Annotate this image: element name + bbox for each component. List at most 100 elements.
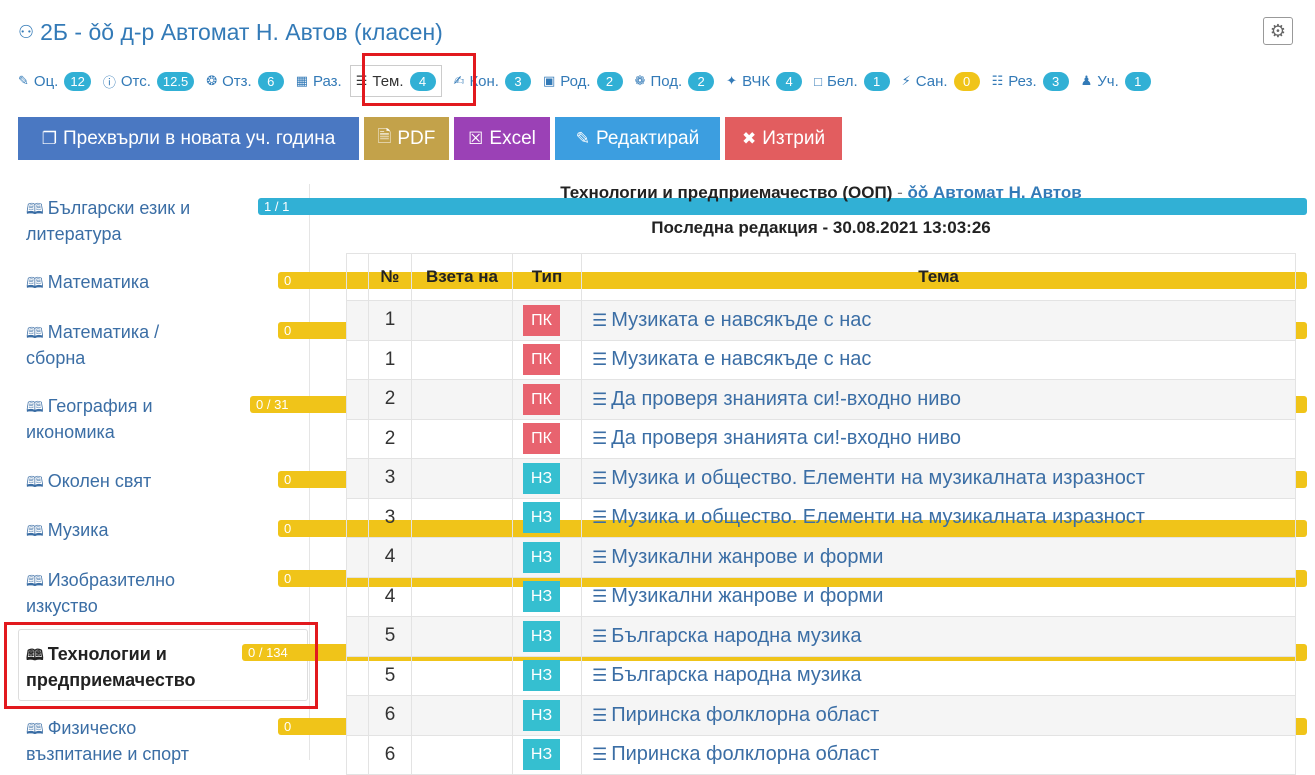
move-to-new-year-button[interactable]: ❐ Прехвърли в новата уч. година	[18, 117, 359, 160]
row-spacer-cell	[346, 576, 369, 617]
topic-cell[interactable]: ☰ Българска народна музика	[581, 616, 1296, 657]
tab-results[interactable]: ☷ Рез. 3	[992, 66, 1069, 96]
table-row: 3 НЗ ☰ Музика и общество. Елементи на музик…	[346, 458, 1296, 499]
topic-cell[interactable]: ☰ Музиката е навсякъде с нас	[581, 339, 1296, 380]
button-label: Редактирай	[596, 127, 700, 149]
delete-button[interactable]: ✖ Изтрий	[725, 117, 842, 160]
column-header[interactable]	[346, 253, 369, 301]
lesson-number-cell: 2	[368, 379, 412, 420]
topic-link[interactable]: Музикални жанрове и форми	[611, 546, 883, 568]
lesson-number-cell: 5	[368, 616, 412, 657]
topic-link[interactable]: Да проверя знанията си!-входно ниво	[611, 388, 961, 410]
tab-label: Рез.	[1008, 72, 1037, 90]
topic-link[interactable]: Пиринска фолклорна област	[611, 704, 879, 726]
excel-file-icon: ☒	[468, 128, 484, 148]
topic-link[interactable]: Музиката е навсякъде с нас	[611, 309, 871, 331]
topic-cell[interactable]: ☰ Музикални жанрове и форми	[581, 576, 1296, 617]
sidebar-item-pe[interactable]: 🕮 Физическо възпитание и спорт	[26, 716, 246, 767]
excel-export-button[interactable]: ☒ Excel	[454, 117, 550, 160]
type-cell: НЗ	[512, 734, 582, 775]
row-spacer-cell	[346, 655, 369, 696]
settings-button[interactable]: ⚙	[1263, 17, 1293, 45]
book-icon: 🕮	[26, 573, 44, 590]
tab-label: Сан.	[915, 72, 948, 90]
lesson-type-badge: НЗ	[523, 699, 560, 731]
handshake-icon: ✦	[726, 73, 738, 88]
column-header[interactable]: №	[368, 253, 412, 301]
button-label: PDF	[397, 127, 436, 149]
sidebar-item-music[interactable]: 🕮 Музика	[26, 518, 246, 544]
tab-parents[interactable]: ▣ Род. 2	[543, 66, 623, 96]
tab-count-badge: 12.5	[156, 71, 195, 91]
topic-link[interactable]: Да проверя знанията си!-входно ниво	[611, 427, 961, 449]
lesson-number-cell: 3	[368, 458, 412, 499]
tab-support[interactable]: ❁ Под. 2	[635, 66, 715, 96]
column-header[interactable]: Тема	[581, 253, 1296, 301]
table-row: 3 НЗ ☰ Музика и общество. Елементи на музик…	[346, 497, 1296, 538]
list-ordered-icon: ☰	[592, 587, 608, 607]
tab-absences[interactable]: ⓘ Отс. 12.5	[103, 66, 195, 96]
topic-cell[interactable]: ☰ Музика и общество. Елементи на музикалн…	[581, 458, 1296, 499]
sidebar-item-geography[interactable]: 🕮 География и икономика	[26, 394, 246, 445]
row-spacer-cell	[346, 695, 369, 736]
column-header[interactable]: Тип	[512, 253, 582, 301]
tab-schedule[interactable]: ▦ Раз.	[296, 66, 342, 96]
topic-cell[interactable]: ☰ Българска народна музика	[581, 655, 1296, 696]
topic-cell[interactable]: ☰ Музиката е навсякъде с нас	[581, 300, 1296, 341]
topic-cell[interactable]: ☰ Пиринска фолклорна област	[581, 734, 1296, 775]
edit-button[interactable]: ✎ Редактирай	[555, 117, 720, 160]
topic-cell[interactable]: ☰ Да проверя знанията си!-входно ниво	[581, 379, 1296, 420]
list-ordered-icon: ☰	[592, 666, 608, 686]
tab-count-badge: 3	[504, 71, 531, 91]
table-row: 2 ПК ☰ Да проверя знанията си!-входно ниво	[346, 379, 1296, 420]
tab-label: Бел.	[827, 72, 858, 90]
subject-label: Математика /	[47, 322, 160, 342]
tab-count-badge: 3	[1042, 71, 1069, 91]
sidebar-item-math-collection[interactable]: 🕮 Математика / сборна	[26, 320, 246, 371]
topic-link[interactable]: Българска народна музика	[611, 664, 861, 686]
topic-link[interactable]: Музикални жанрове и форми	[611, 585, 883, 607]
tab-teachers[interactable]: ♟ Уч. 1	[1081, 66, 1151, 96]
subject-label: Изобразително	[47, 570, 176, 590]
type-cell: НЗ	[512, 497, 582, 538]
list-ordered-icon: ☰	[592, 745, 608, 765]
tab-notes[interactable]: □ Бел. 1	[814, 66, 890, 96]
last-edit-text: Последна редакция - 30.08.2021 13:03:26	[651, 218, 991, 237]
pdf-export-button[interactable]: 🗎 PDF	[364, 117, 449, 160]
highlight-box-subject	[4, 622, 318, 709]
topic-cell[interactable]: ☰ Музикални жанрове и форми	[581, 537, 1296, 578]
lesson-type-badge: НЗ	[523, 620, 560, 652]
row-spacer-cell	[346, 339, 369, 380]
topic-link[interactable]: Музика и общество. Елементи на музикална…	[611, 467, 1145, 489]
sidebar-item-math[interactable]: 🕮 Математика	[26, 270, 246, 296]
sidebar-item-bulgarian[interactable]: 🕮 Български език и литература	[26, 196, 246, 247]
topic-cell[interactable]: ☰ Музика и общество. Елементи на музикалн…	[581, 497, 1296, 538]
teacher-link[interactable]: ǒǒ Автомат Н. Автов	[907, 183, 1081, 202]
taken-on-cell	[411, 616, 513, 657]
subject-label: изкуство	[26, 596, 98, 616]
tab-count-badge: 6	[257, 71, 284, 91]
subject-label: възпитание и спорт	[26, 744, 190, 764]
document-icon: ☷	[991, 73, 1004, 88]
topic-link[interactable]: Музика и общество. Елементи на музикална…	[611, 506, 1145, 528]
heading-separator: -	[892, 183, 908, 202]
column-header[interactable]: Взета на	[411, 253, 513, 301]
taken-on-cell	[411, 497, 513, 538]
sidebar-item-art[interactable]: 🕮 Изобразително изкуство	[26, 568, 246, 619]
tab-strip: ✎ Оц. 12 ⓘ Отс. 12.5 ❂ Отз. 6 ▦ Раз. ☰ Тем. 4 ✍ Ко…	[18, 65, 1163, 97]
lesson-number-cell: 6	[368, 734, 412, 775]
tab-label: Отз.	[222, 72, 252, 90]
sidebar-item-environment[interactable]: 🕮 Околен свят	[26, 469, 246, 495]
tab-remarks[interactable]: ❂ Отз. 6	[206, 66, 284, 96]
tab-grades[interactable]: ✎ Оц. 12	[18, 66, 91, 96]
tab-sanctions[interactable]: ⚡ Сан. 0	[902, 66, 980, 96]
type-cell: ПК	[512, 379, 582, 420]
tab-count-badge: 1	[863, 71, 890, 91]
topic-link[interactable]: Пиринска фолклорна област	[611, 743, 879, 765]
topic-link[interactable]: Музиката е навсякъде с нас	[611, 348, 871, 370]
tab-vchk[interactable]: ✦ ВЧК 4	[726, 66, 803, 96]
table-row: 1 ПК ☰ Музиката е навсякъде с нас	[346, 339, 1296, 380]
topic-cell[interactable]: ☰ Да проверя знанията си!-входно ниво	[581, 418, 1296, 459]
topic-cell[interactable]: ☰ Пиринска фолклорна област	[581, 695, 1296, 736]
topic-link[interactable]: Българска народна музика	[611, 625, 861, 647]
